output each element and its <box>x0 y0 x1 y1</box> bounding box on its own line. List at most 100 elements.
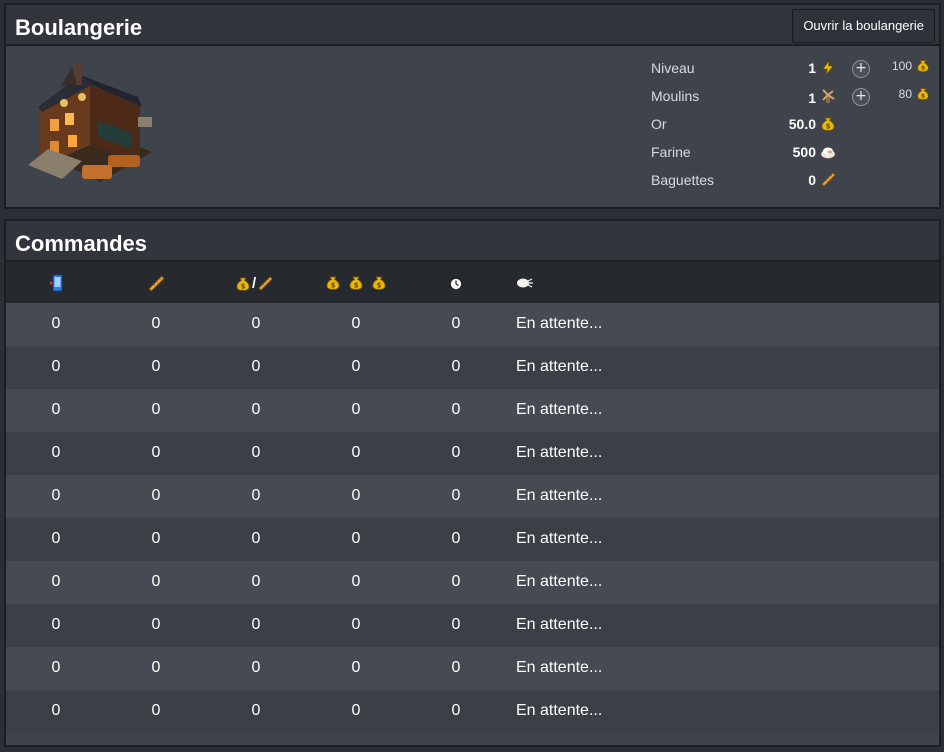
order-status: En attente... <box>516 530 603 547</box>
order-cell: 0 <box>251 401 261 418</box>
windmills-value: 1 <box>808 90 816 106</box>
order-cell: 0 <box>51 659 61 676</box>
order-cell: 0 <box>151 315 161 332</box>
order-cell: 0 <box>151 530 161 547</box>
table-row: 0 0 0 0 0 En attente... <box>6 389 939 432</box>
table-row: 0 0 0 0 0 En attente... <box>6 647 939 690</box>
order-cell: 0 <box>451 401 461 418</box>
gold-bag-icon <box>821 117 835 131</box>
gold-bag-icon <box>917 60 929 72</box>
order-cell: 0 <box>351 530 361 547</box>
speech-bubble-icon <box>517 278 533 288</box>
three-gold-bags-icon <box>325 274 391 292</box>
order-status: En attente... <box>516 358 603 375</box>
order-cell: 0 <box>451 358 461 375</box>
order-cell: 0 <box>351 659 361 676</box>
order-cell: 0 <box>351 358 361 375</box>
order-cell: 0 <box>451 530 461 547</box>
orders-panel: Commandes / 0 0 0 0 0 En attente... 0 0 0 0 0 <box>4 219 941 747</box>
order-cell: 0 <box>151 401 161 418</box>
orders-table-body: 0 0 0 0 0 En attente... 0 0 0 0 0 En attente... 0 0 0 0… <box>6 303 939 733</box>
baguette-icon <box>821 172 836 187</box>
windmills-upgrade-cost: 80 <box>898 87 912 101</box>
order-cell: 0 <box>151 659 161 676</box>
order-cell: 0 <box>151 702 161 719</box>
order-cell: 0 <box>51 702 61 719</box>
bakery-building-image <box>28 63 152 182</box>
order-cell: 0 <box>451 444 461 461</box>
flour-value: 500 <box>792 144 816 160</box>
order-cell: 0 <box>51 315 61 332</box>
flour-icon <box>820 147 836 159</box>
baguette-icon <box>148 275 165 292</box>
table-row: 0 0 0 0 0 En attente... <box>6 432 939 475</box>
order-cell: 0 <box>51 358 61 375</box>
order-cell: 0 <box>51 616 61 633</box>
order-status: En attente... <box>516 702 603 719</box>
flour-label: Farine <box>651 144 691 160</box>
order-cell: 0 <box>51 487 61 504</box>
order-cell: 0 <box>151 444 161 461</box>
open-bakery-button[interactable]: Ouvrir la boulangerie <box>792 9 935 43</box>
order-cell: 0 <box>51 444 61 461</box>
order-cell: 0 <box>451 315 461 332</box>
level-label: Niveau <box>651 60 695 76</box>
bakery-panel: Boulangerie Ouvrir la boulangerie Niveau… <box>4 3 941 209</box>
order-cell: 0 <box>151 487 161 504</box>
order-cell: 0 <box>251 616 261 633</box>
baguettes-label: Baguettes <box>651 172 715 188</box>
order-cell: 0 <box>51 573 61 590</box>
order-cell: 0 <box>451 573 461 590</box>
order-cell: 0 <box>51 530 61 547</box>
bakery-title: Boulangerie <box>15 15 143 40</box>
order-cell: 0 <box>251 702 261 719</box>
order-cell: 0 <box>351 401 361 418</box>
order-cell: 0 <box>451 616 461 633</box>
clock-icon <box>449 276 463 291</box>
order-cell: 0 <box>351 573 361 590</box>
order-status: En attente... <box>516 573 603 590</box>
order-cell: 0 <box>451 659 461 676</box>
order-cell: 0 <box>251 573 261 590</box>
order-cell: 0 <box>351 616 361 633</box>
phone-icon <box>50 274 63 292</box>
upgrade-level-button[interactable]: + <box>852 60 870 78</box>
table-row: 0 0 0 0 0 En attente... <box>6 604 939 647</box>
level-value: 1 <box>808 60 816 76</box>
table-row: 0 0 0 0 0 En attente... <box>6 690 939 733</box>
orders-title: Commandes <box>15 231 148 256</box>
table-row: 0 0 0 0 0 En attente... <box>6 561 939 604</box>
order-cell: 0 <box>351 315 361 332</box>
windmills-label: Moulins <box>651 88 700 104</box>
order-cell: 0 <box>151 573 161 590</box>
upgrade-windmills-button[interactable]: + <box>852 88 870 106</box>
gold-bag-icon <box>917 88 929 100</box>
order-cell: 0 <box>151 358 161 375</box>
table-row: 0 0 0 0 0 En attente... <box>6 518 939 561</box>
level-upgrade-cost: 100 <box>891 59 912 73</box>
order-cell: 0 <box>51 401 61 418</box>
bakery-header: Boulangerie Ouvrir la boulangerie <box>6 5 939 46</box>
orders-header: Commandes <box>6 221 939 262</box>
order-cell: 0 <box>351 702 361 719</box>
order-cell: 0 <box>251 530 261 547</box>
table-row: 0 0 0 0 0 En attente... <box>6 346 939 389</box>
table-row: 0 0 0 0 0 En attente... <box>6 475 939 518</box>
gold-value: 50.0 <box>788 116 816 132</box>
order-cell: 0 <box>151 616 161 633</box>
windmill-icon <box>822 89 835 103</box>
order-status: En attente... <box>516 315 603 332</box>
order-status: En attente... <box>516 401 603 418</box>
order-cell: 0 <box>251 444 261 461</box>
order-status: En attente... <box>516 444 603 461</box>
order-status: En attente... <box>516 659 603 676</box>
table-row: 0 0 0 0 0 En attente... <box>6 303 939 346</box>
order-cell: 0 <box>451 487 461 504</box>
order-status: En attente... <box>516 487 603 504</box>
gold-label: Or <box>651 116 667 132</box>
order-cell: 0 <box>351 444 361 461</box>
order-cell: 0 <box>251 315 261 332</box>
gold-per-baguette-icon: / <box>235 274 279 292</box>
order-cell: 0 <box>251 487 261 504</box>
orders-table-header: / <box>6 262 939 303</box>
